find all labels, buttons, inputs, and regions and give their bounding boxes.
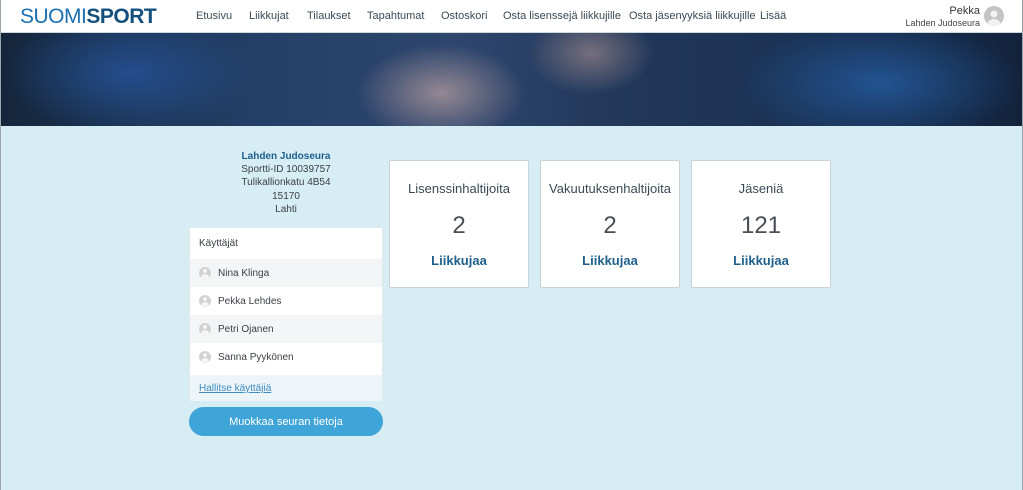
top-navigation-bar: SUOMISPORT Etusivu Liikkujat Tilaukset T… bbox=[1, 0, 1022, 33]
user-list-name: Petri Ojanen bbox=[218, 323, 274, 335]
manage-users-link[interactable]: Hallitse käyttäjiä bbox=[199, 383, 271, 394]
nav-item-tapahtumat[interactable]: Tapahtumat bbox=[367, 10, 424, 23]
hero-banner-image bbox=[1, 33, 1022, 126]
user-avatar-icon bbox=[987, 10, 1001, 26]
club-info: Lahden Judoseura Sportti-ID 10039757 Tul… bbox=[189, 150, 383, 216]
card-title: Lisenssinhaltijoita bbox=[408, 181, 510, 196]
nav-item-tilaukset[interactable]: Tilaukset bbox=[307, 10, 351, 23]
nav-item-osta-lisensseja[interactable]: Osta lisenssejä liikkujille bbox=[503, 10, 621, 23]
users-panel-title: Käyttäjät bbox=[199, 238, 238, 249]
insurance-holders-card[interactable]: Vakuutuksenhaltijoita 2 Liikkujaa bbox=[540, 160, 680, 288]
nav-item-osta-jasenyyksia[interactable]: Osta jäsenyyksiä liikkujille bbox=[629, 10, 756, 23]
user-list-name: Pekka Lehdes bbox=[218, 295, 282, 307]
user-list-name: Nina Klinga bbox=[218, 267, 270, 279]
card-link[interactable]: Liikkujaa bbox=[541, 253, 679, 268]
club-sportti-id: Sportti-ID 10039757 bbox=[241, 164, 331, 176]
nav-item-etusivu[interactable]: Etusivu bbox=[196, 10, 232, 23]
card-title: Jäseniä bbox=[738, 181, 784, 196]
user-name: Pekka bbox=[949, 5, 980, 17]
user-icon bbox=[199, 351, 211, 363]
card-link[interactable]: Liikkujaa bbox=[692, 253, 830, 268]
card-title: Vakuutuksenhaltijoita bbox=[549, 181, 671, 196]
list-item[interactable]: Petri Ojanen bbox=[190, 315, 382, 343]
nav-item-liikkujat[interactable]: Liikkujat bbox=[249, 10, 289, 23]
edit-club-info-button[interactable]: Muokkaa seuran tietoja bbox=[189, 407, 383, 436]
list-item[interactable]: Nina Klinga bbox=[190, 259, 382, 287]
user-icon bbox=[199, 267, 211, 279]
user-icon bbox=[199, 323, 211, 335]
list-item[interactable]: Pekka Lehdes bbox=[190, 287, 382, 315]
user-menu[interactable]: Pekka Lahden Judoseura bbox=[905, 5, 980, 29]
user-organization: Lahden Judoseura bbox=[905, 18, 980, 28]
card-value: 2 bbox=[452, 212, 466, 239]
members-card[interactable]: Jäseniä 121 Liikkujaa bbox=[691, 160, 831, 288]
nav-item-lisaa[interactable]: Lisää bbox=[760, 10, 786, 23]
club-name: Lahden Judoseura bbox=[241, 151, 331, 162]
avatar[interactable] bbox=[984, 6, 1004, 26]
club-street: Tulikallionkatu 4B54 bbox=[241, 177, 331, 189]
suomisport-logo[interactable]: SUOMISPORT bbox=[20, 6, 157, 27]
club-city: Lahti bbox=[275, 203, 297, 215]
club-postal-code: 15170 bbox=[272, 190, 300, 202]
license-holders-card[interactable]: Lisenssinhaltijoita 2 Liikkujaa bbox=[389, 160, 529, 288]
users-panel: Käyttäjät Nina Klinga Pekka Lehdes Petri… bbox=[189, 227, 383, 401]
user-icon bbox=[199, 295, 211, 307]
list-item[interactable]: Sanna Pyykönen bbox=[190, 343, 382, 371]
user-list-name: Sanna Pyykönen bbox=[218, 351, 294, 363]
card-value: 121 bbox=[740, 212, 782, 239]
card-value: 2 bbox=[603, 212, 617, 239]
manage-users-footer: Hallitse käyttäjiä bbox=[190, 375, 382, 401]
nav-item-ostoskori[interactable]: Ostoskori bbox=[441, 10, 487, 23]
card-link[interactable]: Liikkujaa bbox=[390, 253, 528, 268]
